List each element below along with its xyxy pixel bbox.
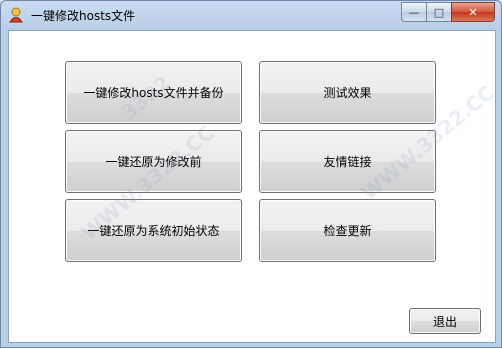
close-button[interactable]: ✕ [451,2,495,22]
minimize-icon: — [408,5,420,19]
modify-hosts-backup-button[interactable]: 一键修改hosts文件并备份 [65,61,242,124]
client-area: 一键修改hosts文件并备份 测试效果 一键还原为修改前 友情链接 一键还原为系… [8,30,496,343]
app-icon [9,7,23,23]
check-update-button[interactable]: 检查更新 [259,199,436,262]
restore-initial-button[interactable]: 一键还原为系统初始状态 [65,199,242,262]
friendly-links-button[interactable]: 友情链接 [259,130,436,193]
close-icon: ✕ [468,5,478,19]
maximize-button[interactable]: □ [426,2,451,22]
maximize-icon: □ [433,5,445,19]
restore-previous-button[interactable]: 一键还原为修改前 [65,130,242,193]
title-bar[interactable]: 一键修改hosts文件 — □ ✕ [1,1,501,29]
window-title: 一键修改hosts文件 [31,9,136,23]
app-window: 一键修改hosts文件 — □ ✕ 一键修改hosts文件并备份 测试效果 一键… [0,0,502,348]
window-controls: — □ ✕ [401,2,495,22]
minimize-button[interactable]: — [401,2,426,22]
test-effect-button[interactable]: 测试效果 [259,61,436,124]
exit-button[interactable]: 退出 [409,308,481,334]
